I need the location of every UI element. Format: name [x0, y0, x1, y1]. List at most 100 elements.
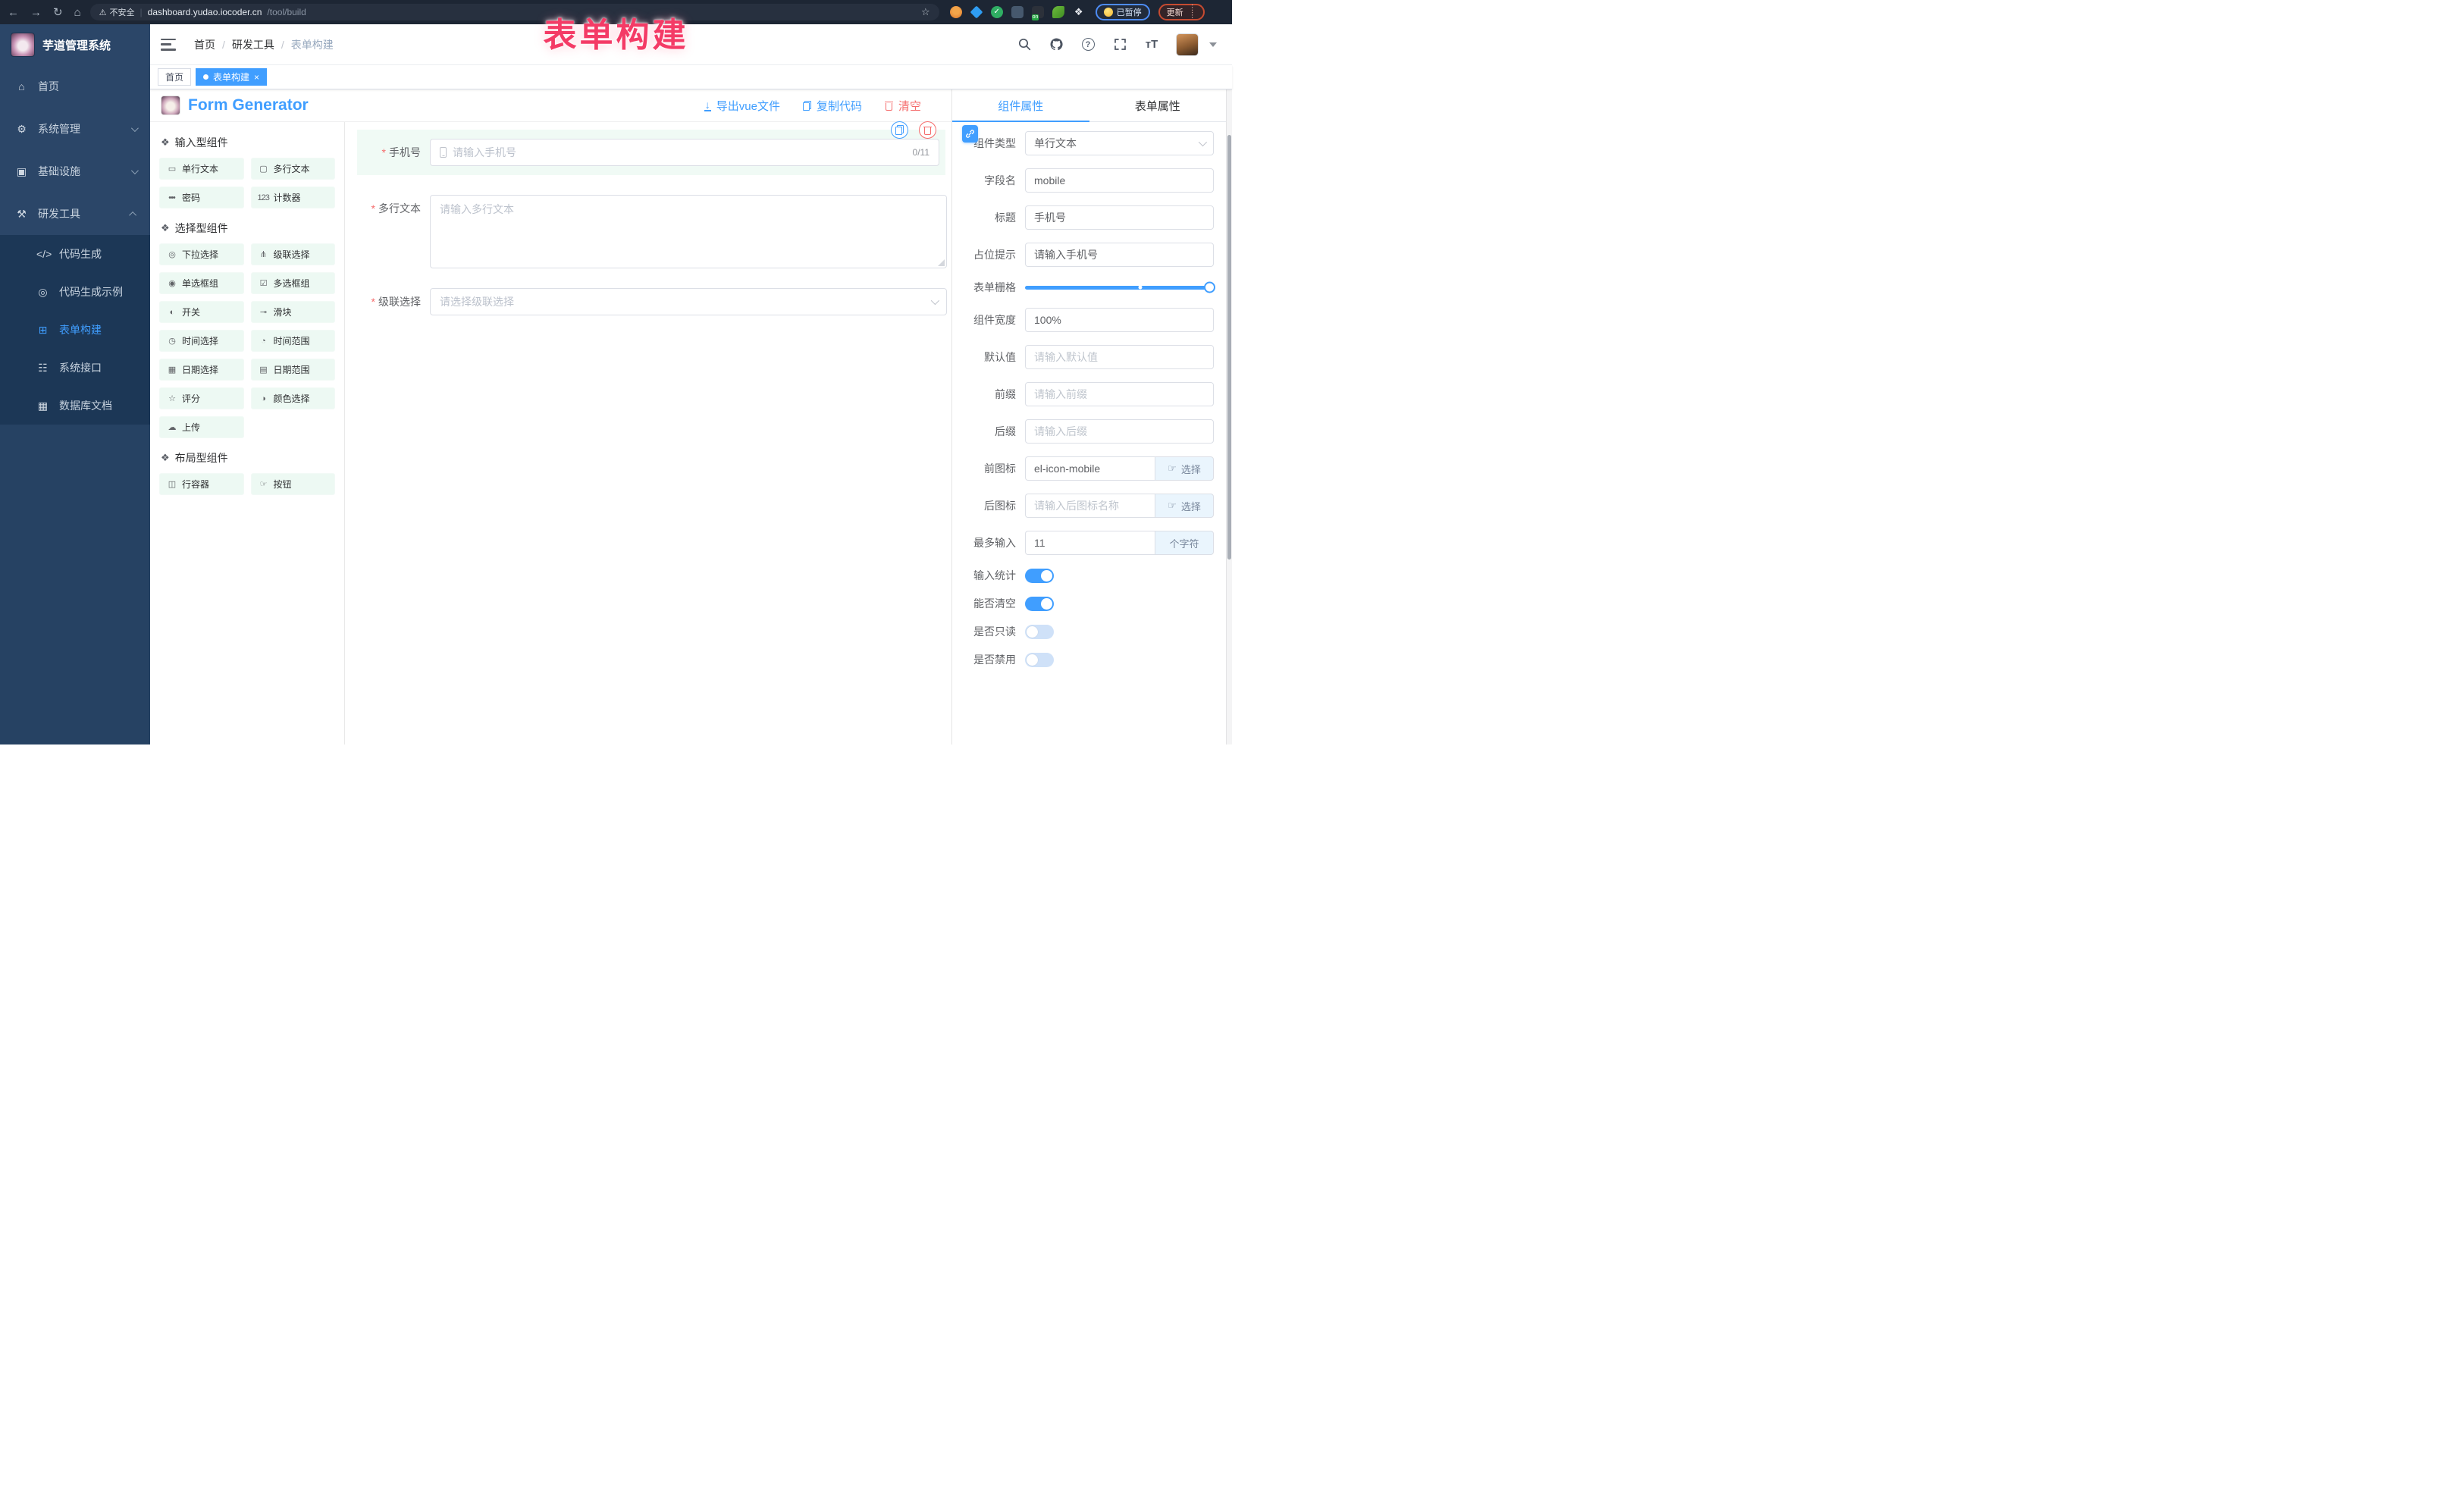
- slider-handle[interactable]: [1204, 282, 1215, 293]
- sidebar-item-表单构建[interactable]: ⊞表单构建: [0, 311, 150, 349]
- prop-switch-是否只读[interactable]: [1025, 625, 1054, 639]
- export-vue-button[interactable]: ↓导出vue文件: [704, 98, 780, 114]
- palette-item-多选框组[interactable]: ☑多选框组: [251, 272, 336, 294]
- kebab-menu-icon[interactable]: ⋮⋮: [1189, 5, 1196, 20]
- prop-slider-表单栅格[interactable]: [1025, 282, 1214, 293]
- select-icon-button[interactable]: ☞选择: [1155, 456, 1214, 481]
- canvas-field-多行文本[interactable]: 多行文本请输入多行文本: [357, 195, 947, 268]
- help-icon[interactable]: ?: [1080, 37, 1096, 52]
- ext-gray-extension-icon[interactable]: [1011, 6, 1024, 18]
- link-handle-button[interactable]: [962, 125, 978, 143]
- sidebar-item-研发工具[interactable]: ⚒研发工具: [0, 193, 150, 235]
- scrollbar-thumb[interactable]: [1227, 135, 1231, 560]
- prop-input-占位提示[interactable]: 请输入手机号: [1025, 243, 1214, 267]
- prop-input-前图标[interactable]: el-icon-mobile: [1025, 456, 1155, 481]
- prop-switch-能否清空[interactable]: [1025, 597, 1054, 611]
- button-label: 清空: [898, 98, 921, 114]
- palette-item-下拉选择[interactable]: ◎下拉选择: [159, 243, 244, 265]
- home-chrome-icon[interactable]: ⌂: [74, 6, 81, 19]
- sidebar-item-首页[interactable]: ⌂首页: [0, 65, 150, 108]
- prop-input-最多输入[interactable]: 11: [1025, 531, 1155, 555]
- prop-switch-是否禁用[interactable]: [1025, 653, 1054, 667]
- app-logo-row[interactable]: 芋道管理系统: [0, 24, 150, 65]
- palette-item-按钮[interactable]: ☞按钮: [251, 473, 336, 495]
- prop-input-组件宽度[interactable]: 100%: [1025, 308, 1214, 332]
- github-icon[interactable]: [1049, 37, 1064, 52]
- clear-button[interactable]: 清空: [885, 98, 921, 114]
- canvas-field-手机号[interactable]: 手机号请输入手机号0/11: [357, 130, 945, 175]
- user-avatar[interactable]: [1176, 33, 1199, 56]
- search-icon[interactable]: [1017, 37, 1032, 52]
- button-icon: ☞: [258, 479, 269, 489]
- section-label: 布局型组件: [175, 450, 228, 466]
- collapse-sidebar-icon[interactable]: [161, 39, 176, 51]
- breadcrumb-item-首页[interactable]: 首页: [194, 37, 215, 52]
- palette-item-上传[interactable]: ☁上传: [159, 416, 244, 438]
- avatar-caret-icon[interactable]: [1209, 42, 1217, 47]
- palette-item-日期范围[interactable]: ▤日期范围: [251, 359, 336, 381]
- prop-input-前缀[interactable]: 请输入前缀: [1025, 382, 1214, 406]
- paused-extension-badge[interactable]: 已暂停: [1096, 4, 1150, 20]
- fullscreen-icon[interactable]: [1112, 37, 1127, 52]
- tab-表单属性[interactable]: 表单属性: [1089, 89, 1227, 121]
- delete-field-button[interactable]: [919, 121, 936, 139]
- tab-组件属性[interactable]: 组件属性: [952, 89, 1089, 121]
- canvas-field-级联选择[interactable]: 级联选择请选择级联选择: [357, 288, 947, 315]
- select-icon-button[interactable]: ☞选择: [1155, 494, 1214, 518]
- palette-item-多行文本[interactable]: ▢多行文本: [251, 158, 336, 180]
- form-canvas[interactable]: 手机号请输入手机号0/11 多行文本请输入多行文本级联选择请选择级联选择: [345, 122, 951, 744]
- duplicate-field-button[interactable]: [891, 121, 908, 139]
- back-icon[interactable]: ←: [8, 6, 19, 19]
- forward-icon[interactable]: →: [30, 6, 42, 19]
- append-label: 个字符: [1169, 536, 1199, 550]
- prop-input-后图标[interactable]: 请输入后图标名称: [1025, 494, 1155, 518]
- palette-item-行容器[interactable]: ◫行容器: [159, 473, 244, 495]
- palette-item-密码[interactable]: •••密码: [159, 187, 244, 208]
- prop-input-标题[interactable]: 手机号: [1025, 205, 1214, 230]
- prop-select-组件类型[interactable]: 单行文本: [1025, 131, 1214, 155]
- ext-orange-extension-icon[interactable]: [950, 6, 962, 18]
- tab-表单构建[interactable]: 表单构建×: [196, 68, 267, 86]
- prop-input-默认值[interactable]: 请输入默认值: [1025, 345, 1214, 369]
- ext-gem-extension-icon[interactable]: [970, 6, 983, 19]
- ext-onepass-extension-icon[interactable]: [1032, 6, 1044, 18]
- palette-item-单选框组[interactable]: ◉单选框组: [159, 272, 244, 294]
- prop-switch-输入统计[interactable]: [1025, 569, 1054, 583]
- browser-update-badge[interactable]: 更新 ⋮⋮: [1158, 4, 1205, 20]
- bookmark-star-icon[interactable]: ☆: [921, 6, 930, 18]
- sidebar-item-代码生成[interactable]: </>代码生成: [0, 235, 150, 273]
- sidebar-item-数据库文档[interactable]: ▦数据库文档: [0, 387, 150, 425]
- field-cascader-级联选择[interactable]: 请选择级联选择: [430, 288, 947, 315]
- field-textarea-多行文本[interactable]: 请输入多行文本: [430, 195, 947, 268]
- font-size-icon[interactable]: ᴛT: [1144, 37, 1159, 52]
- prop-input-后缀[interactable]: 请输入后缀: [1025, 419, 1214, 444]
- prop-input-字段名[interactable]: mobile: [1025, 168, 1214, 193]
- sidebar-item-代码生成示例[interactable]: ◎代码生成示例: [0, 273, 150, 311]
- properties-tabs: 组件属性表单属性: [952, 89, 1226, 122]
- resize-grip-icon[interactable]: [938, 259, 945, 266]
- palette-item-计数器[interactable]: 123计数器: [251, 187, 336, 208]
- reload-icon[interactable]: ↻: [53, 5, 63, 19]
- ext-leaf-extension-icon[interactable]: [1052, 6, 1064, 18]
- copy-code-button[interactable]: 复制代码: [803, 98, 862, 114]
- field-input-手机号[interactable]: 请输入手机号0/11: [430, 139, 939, 166]
- sidebar-item-基础设施[interactable]: ▣基础设施: [0, 150, 150, 193]
- palette-item-颜色选择[interactable]: ◑颜色选择: [251, 387, 336, 409]
- not-secure-warning[interactable]: ⚠不安全: [99, 6, 135, 18]
- palette-item-级联选择[interactable]: ⋔级联选择: [251, 243, 336, 265]
- sidebar-item-系统接口[interactable]: ☷系统接口: [0, 349, 150, 387]
- address-bar[interactable]: ⚠不安全 | dashboard.yudao.iocoder.cn /tool/…: [90, 4, 939, 20]
- palette-item-评分[interactable]: ☆评分: [159, 387, 244, 409]
- sidebar-item-系统管理[interactable]: ⚙系统管理: [0, 108, 150, 150]
- breadcrumb-item-研发工具[interactable]: 研发工具: [232, 37, 274, 52]
- close-icon[interactable]: ×: [254, 73, 259, 82]
- palette-item-开关[interactable]: ◐开关: [159, 301, 244, 323]
- palette-item-单行文本[interactable]: ▭单行文本: [159, 158, 244, 180]
- ext-green-check-extension-icon[interactable]: ✓: [991, 6, 1003, 18]
- tab-首页[interactable]: 首页: [158, 68, 191, 86]
- palette-item-滑块[interactable]: ⊸滑块: [251, 301, 336, 323]
- palette-item-日期选择[interactable]: ▦日期选择: [159, 359, 244, 381]
- palette-item-时间选择[interactable]: ◷时间选择: [159, 330, 244, 352]
- palette-item-时间范围[interactable]: ◔时间范围: [251, 330, 336, 352]
- ext-puzzle-extension-icon[interactable]: ❖: [1073, 6, 1085, 18]
